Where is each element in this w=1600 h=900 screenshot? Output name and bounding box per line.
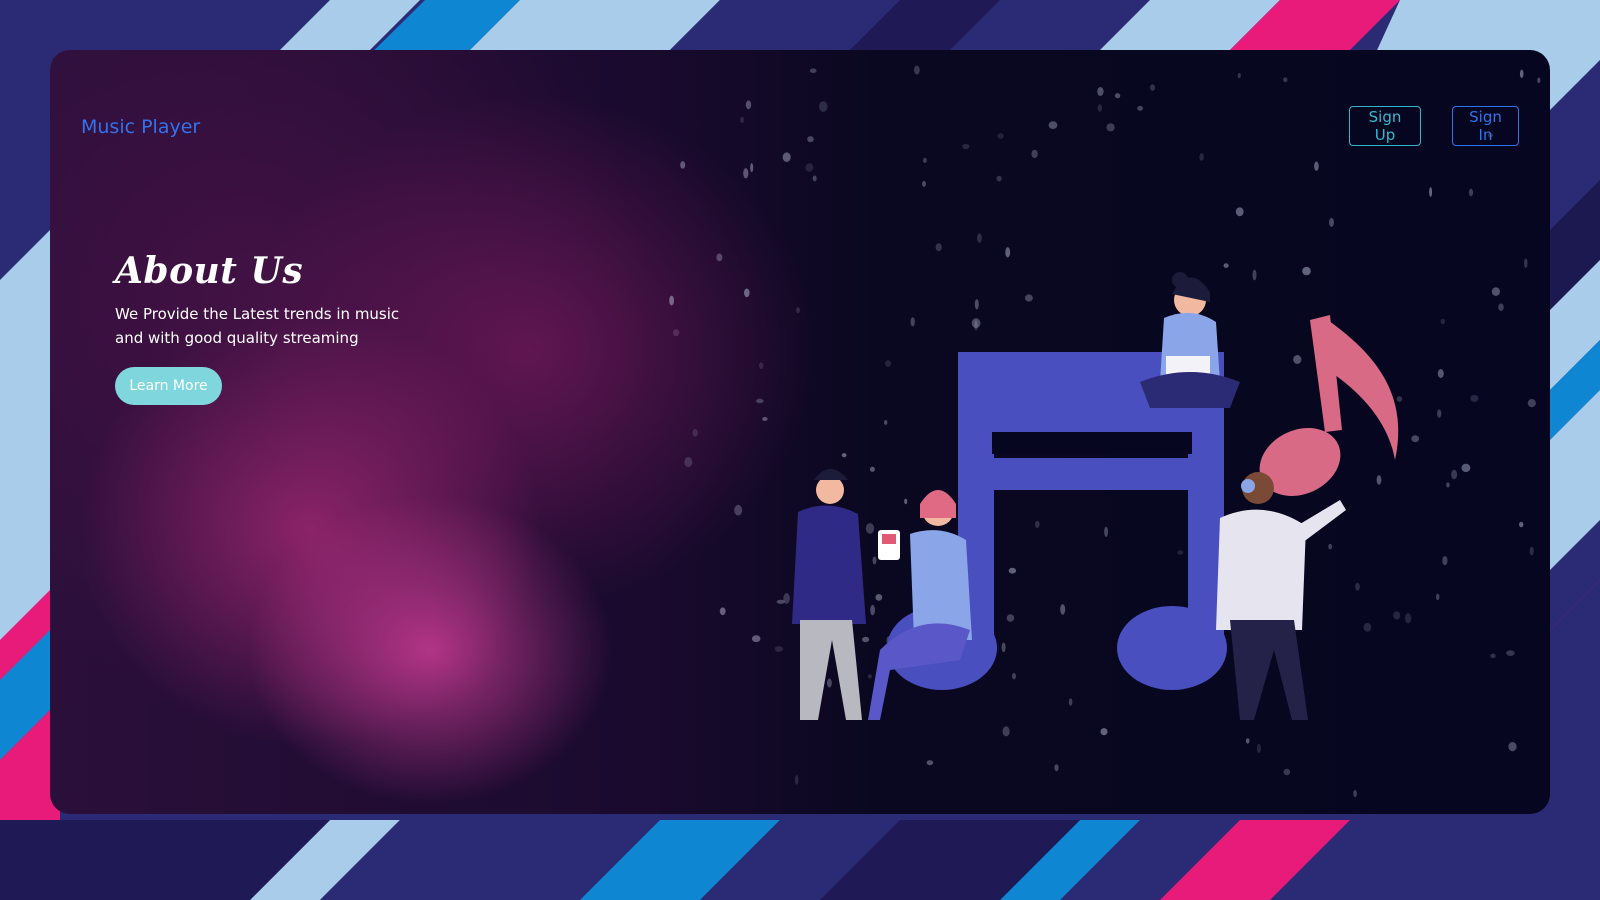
speckle [782,152,791,162]
speckle [744,288,750,298]
speckle [1519,521,1524,528]
speckle [684,457,693,468]
speckle [1106,123,1115,132]
speckle [1506,650,1515,656]
hero-card: Music Player Sign Up Sign In About Us We… [50,50,1550,814]
speckle [1468,188,1474,197]
music-illustration [792,272,1399,720]
speckle [1429,187,1433,197]
speckle [1491,287,1500,296]
speckle [926,760,934,766]
speckle [734,504,743,516]
speckle [962,143,970,150]
speckle [1283,768,1291,776]
speckle [1529,546,1534,556]
speckle [1353,790,1357,798]
speckle [680,161,686,169]
speckle [1314,161,1319,171]
speckle [807,136,814,143]
speckle [1137,105,1143,111]
speckle [1490,653,1496,659]
person-laptop-icon [1140,272,1240,408]
speckle [1048,121,1058,129]
speckle [1498,303,1504,311]
brand-logo-text[interactable]: Music Player [81,116,200,138]
speckle [1150,84,1155,91]
speckle [750,163,754,173]
sign-up-button[interactable]: Sign Up [1349,106,1421,146]
hero-description-line-2: and with good quality streaming [115,329,359,347]
speckle [743,168,749,179]
speckle [1031,149,1038,159]
hero-description: We Provide the Latest trends in music an… [115,302,475,350]
speckle [762,417,768,421]
speckle [819,101,828,112]
speckle [751,635,761,643]
speckle [745,100,752,110]
speckle [1097,104,1103,112]
speckle [1537,77,1541,84]
speckle [1527,399,1536,408]
speckle [1097,87,1104,96]
speckle [1519,69,1524,78]
learn-more-button[interactable]: Learn More [115,367,222,405]
hero-section: About Us We Provide the Latest trends in… [115,250,475,350]
hero-description-line-1: We Provide the Latest trends in music [115,305,400,323]
speckle [1524,258,1528,268]
speckle [756,398,764,404]
speckle [719,607,726,616]
speckle [1114,93,1121,99]
speckle [1199,153,1204,161]
speckle [669,295,674,306]
speckle [759,362,764,369]
speckle [716,253,723,262]
speckle [923,157,927,163]
speckle [812,175,817,182]
speckle [997,133,1004,139]
person-headphones-icon [1216,472,1346,720]
speckle [996,175,1002,182]
speckle [809,68,817,73]
speckle [805,163,814,172]
speckle [795,775,799,785]
speckle [740,116,745,123]
speckle [1283,77,1288,83]
speckle [692,428,698,437]
sign-in-button[interactable]: Sign In [1452,106,1519,146]
speckle [1054,764,1059,772]
speckle [672,329,680,337]
speckle [914,65,920,75]
speckle [1508,742,1517,752]
speckle [1237,73,1241,79]
hero-title: About Us [115,250,304,292]
speckle [922,180,926,187]
